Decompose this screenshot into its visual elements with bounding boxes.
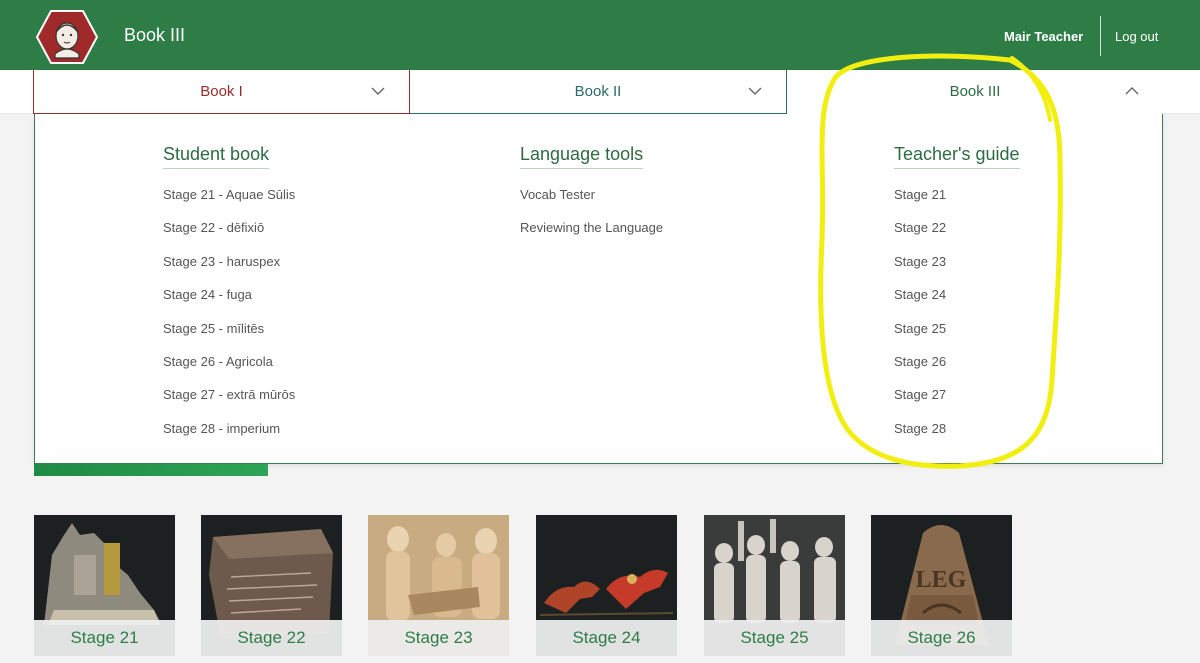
menu-item-student-stage-21[interactable]: Stage 21 - Aquae Sūlis — [163, 187, 295, 220]
menu-item-teacher-stage-23[interactable]: Stage 23 — [894, 254, 1020, 287]
menu-item-vocab-tester[interactable]: Vocab Tester — [520, 187, 663, 220]
stage-card-24[interactable]: Stage 24 — [536, 515, 677, 656]
menu-item-student-stage-27[interactable]: Stage 27 - extrā mūrōs — [163, 387, 295, 420]
tab-book-i[interactable]: Book I — [33, 70, 410, 114]
teachers-guide-heading[interactable]: Teacher's guide — [894, 144, 1020, 169]
menu-item-student-stage-24[interactable]: Stage 24 - fuga — [163, 287, 295, 320]
menu-item-student-stage-26[interactable]: Stage 26 - Agricola — [163, 354, 295, 387]
menu-item-student-stage-23[interactable]: Stage 23 - haruspex — [163, 254, 295, 287]
student-book-heading[interactable]: Student book — [163, 144, 270, 169]
menu-item-teacher-stage-26[interactable]: Stage 26 — [894, 354, 1020, 387]
stage-card-22[interactable]: Stage 22 — [201, 515, 342, 656]
header-divider — [1100, 16, 1101, 56]
stage-card-21[interactable]: Stage 21 — [34, 515, 175, 656]
tab-book-ii[interactable]: Book II — [410, 70, 787, 114]
menu-item-reviewing-language[interactable]: Reviewing the Language — [520, 220, 663, 253]
tab-label: Book II — [574, 83, 622, 100]
stage-card-label: Stage 22 — [201, 620, 342, 656]
top-bar: Book III Mair Teacher Log out — [0, 0, 1200, 70]
menu-item-student-stage-28[interactable]: Stage 28 - imperium — [163, 421, 295, 454]
tab-label: Book III — [949, 83, 1001, 100]
stage-card-label: Stage 26 — [871, 620, 1012, 656]
student-book-column: Student book Stage 21 - Aquae Sūlis Stag… — [163, 144, 295, 454]
stage-card-label: Stage 25 — [704, 620, 845, 656]
stage-card-label: Stage 23 — [368, 620, 509, 656]
logout-link[interactable]: Log out — [1115, 29, 1158, 44]
stage-card-25[interactable]: Stage 25 — [704, 515, 845, 656]
menu-item-teacher-stage-22[interactable]: Stage 22 — [894, 220, 1020, 253]
tab-book-iii[interactable]: Book III — [787, 70, 1163, 114]
tab-label: Book I — [200, 83, 243, 100]
language-tools-heading[interactable]: Language tools — [520, 144, 644, 169]
menu-item-student-stage-25[interactable]: Stage 25 - mīlitēs — [163, 321, 295, 354]
menu-item-student-stage-22[interactable]: Stage 22 - dēfixiō — [163, 220, 295, 253]
language-tools-column: Language tools Vocab Tester Reviewing th… — [520, 144, 663, 254]
chevron-down-icon — [748, 87, 762, 95]
chevron-down-icon — [371, 87, 385, 95]
book-iii-menu: Student book Stage 21 - Aquae Sūlis Stag… — [34, 114, 1163, 464]
stage-card-26[interactable]: LEG Stage 26 — [871, 515, 1012, 656]
menu-item-teacher-stage-21[interactable]: Stage 21 — [894, 187, 1020, 220]
chevron-up-icon — [1125, 87, 1139, 95]
menu-item-teacher-stage-28[interactable]: Stage 28 — [894, 421, 1020, 454]
menu-item-teacher-stage-25[interactable]: Stage 25 — [894, 321, 1020, 354]
featured-card-edge — [34, 464, 268, 476]
stage-card-23[interactable]: Stage 23 — [368, 515, 509, 656]
svg-text:LEG: LEG — [916, 567, 967, 593]
menu-item-teacher-stage-27[interactable]: Stage 27 — [894, 387, 1020, 420]
app-title: Book III — [124, 25, 186, 45]
menu-item-teacher-stage-24[interactable]: Stage 24 — [894, 287, 1020, 320]
stage-card-label: Stage 24 — [536, 620, 677, 656]
stage-card-label: Stage 21 — [34, 620, 175, 656]
teachers-guide-column: Teacher's guide Stage 21 Stage 22 Stage … — [894, 144, 1020, 454]
user-name: Mair Teacher — [1004, 29, 1084, 44]
logo-icon[interactable] — [36, 10, 98, 64]
